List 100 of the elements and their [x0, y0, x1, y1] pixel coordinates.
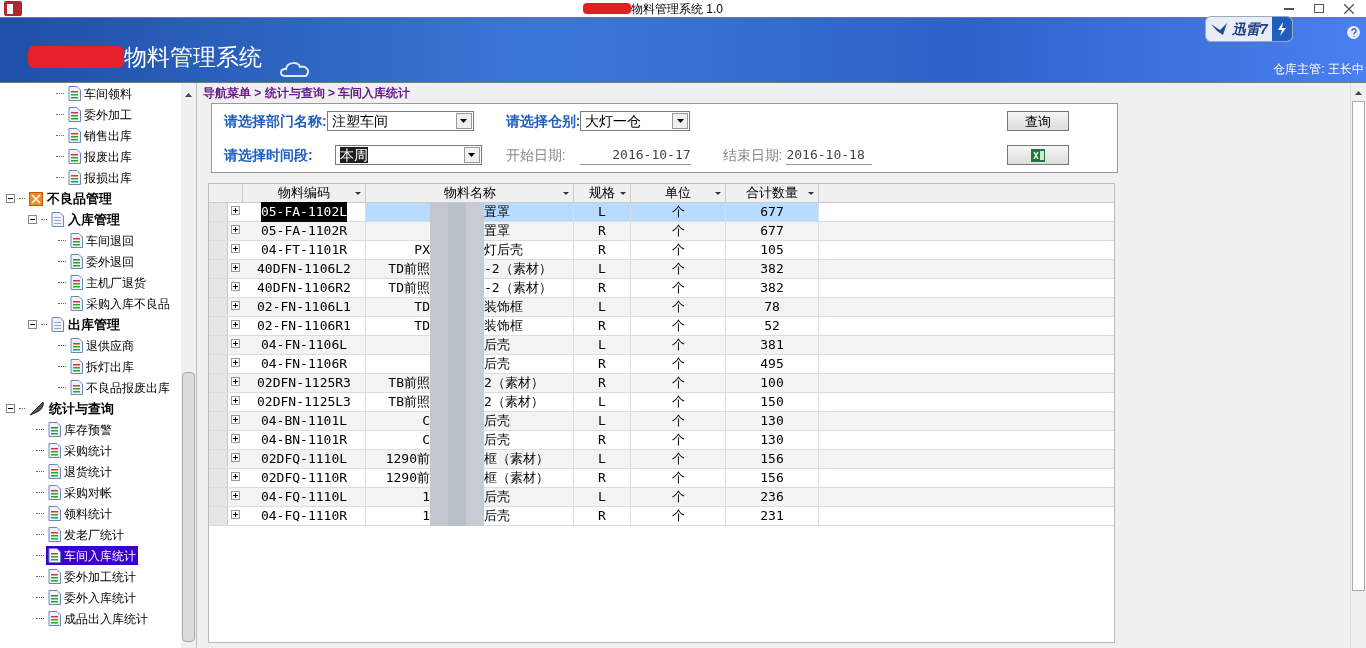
table-row[interactable]: 40DFN-1106R2 TD前照 -2（素材） R 个 382	[209, 279, 1114, 298]
tree-item[interactable]: 退供应商	[68, 336, 136, 355]
tree-group[interactable]: 不良品管理	[29, 188, 112, 209]
table-row[interactable]: 04-BN-1101L C 后壳 L 个 130	[209, 412, 1114, 431]
table-row[interactable]: 02DFN-1125R3 TB前照 2（素材） R 个 100	[209, 374, 1114, 393]
tree-item[interactable]: 报废出库	[66, 147, 134, 166]
tree-item[interactable]: 主机厂退货	[68, 273, 148, 292]
restore-icon[interactable]	[1314, 4, 1324, 13]
expand-toggle[interactable]	[231, 206, 240, 215]
table-row[interactable]: 02-FN-1106R1 TD 装饰框 R 个 52	[209, 317, 1114, 336]
table-row[interactable]: 02DFQ-1110L 1290前 框（素材） L 个 156	[209, 450, 1114, 469]
tree-group[interactable]: 入库管理	[51, 209, 120, 230]
dropdown[interactable]: 注塑车间	[326, 111, 474, 131]
excel-export-button[interactable]	[1007, 145, 1069, 165]
document-icon	[70, 296, 83, 311]
document-icon	[70, 275, 83, 290]
dropdown[interactable]: 大灯一仓	[580, 111, 691, 131]
tree-item[interactable]: 车间入库统计	[46, 546, 138, 565]
collapse-toggle[interactable]	[6, 404, 15, 413]
toolbar-badge[interactable]: 迅雷7	[1205, 16, 1293, 42]
expand-toggle[interactable]	[231, 377, 240, 386]
start-date-field[interactable]: 2016-10-17	[579, 144, 691, 166]
tree-group[interactable]: 统计与查询	[29, 398, 114, 419]
tree-item[interactable]: 库存预警	[46, 420, 114, 439]
end-date-field[interactable]: 2016-10-18	[786, 144, 873, 166]
scroll-thumb[interactable]	[182, 372, 195, 642]
expand-toggle[interactable]	[231, 472, 240, 481]
table-cell-text: 04-FQ-1110L	[260, 488, 348, 507]
expand-toggle[interactable]	[231, 510, 240, 519]
table-row[interactable]: 04-BN-1101R C 后壳 R 个 130	[209, 431, 1114, 450]
table-row[interactable]: 02DFN-1125L3 TB前照 2（素材） L 个 150	[209, 393, 1114, 412]
document-icon	[48, 527, 61, 542]
expand-toggle[interactable]	[231, 396, 240, 405]
end-date-label: 结束日期:	[722, 145, 783, 165]
table-row[interactable]: 40DFN-1106L2 TD前照 -2（素材） L 个 382	[209, 260, 1114, 279]
document-icon	[68, 86, 81, 101]
tree-group[interactable]: 出库管理	[51, 314, 120, 335]
expand-toggle[interactable]	[231, 339, 240, 348]
table-cell-text: 装饰框	[484, 317, 523, 336]
tree-item[interactable]: 报损出库	[66, 168, 134, 187]
expand-toggle[interactable]	[231, 415, 240, 424]
expand-toggle[interactable]	[231, 434, 240, 443]
column-header[interactable]: 物料名称	[366, 184, 574, 202]
close-icon[interactable]	[1344, 3, 1354, 14]
table-row[interactable]: 05-FA-1102L 置罩 L 个 677	[209, 203, 1114, 222]
tree-item[interactable]: 销售出库	[66, 126, 134, 145]
table-row[interactable]: 04-FQ-1110R 1 后壳 R 个 231	[209, 507, 1114, 526]
expand-toggle[interactable]	[231, 263, 240, 272]
table-cell-text: -2（素材）	[484, 260, 552, 279]
column-header[interactable]: 单位	[631, 184, 726, 202]
tree-item[interactable]: 发老厂统计	[46, 525, 126, 544]
query-button[interactable]: 查询	[1007, 111, 1069, 131]
scrollbar[interactable]	[1350, 83, 1366, 648]
table-row[interactable]: 04-FT-1101R PX 灯后壳 R 个 105	[209, 241, 1114, 260]
table-row[interactable]: 04-FQ-1110L 1 后壳 L 个 236	[209, 488, 1114, 507]
collapse-toggle[interactable]	[6, 194, 15, 203]
table-row[interactable]: 02-FN-1106L1 TD 装饰框 L 个 78	[209, 298, 1114, 317]
tree-item[interactable]: 委外加工	[66, 105, 134, 124]
tree-item[interactable]: 车间退回	[68, 231, 136, 250]
table-row[interactable]: 05-FA-1102R 置罩 R 个 677	[209, 222, 1114, 241]
scroll-up-icon[interactable]	[185, 93, 192, 97]
tree-item[interactable]: 领料统计	[46, 504, 114, 523]
dropdown-arrow-icon	[620, 191, 626, 195]
collapse-toggle[interactable]	[28, 320, 37, 329]
tree-item[interactable]: 委外退回	[68, 252, 136, 271]
minimize-icon[interactable]	[1284, 7, 1294, 10]
expand-toggle[interactable]	[231, 453, 240, 462]
expand-toggle[interactable]	[231, 244, 240, 253]
tree-item[interactable]: 委外入库统计	[46, 588, 138, 607]
breadcrumb: 导航菜单 > 统计与查询 > 车间入库统计	[203, 85, 411, 102]
tree-item[interactable]: 成品出入库统计	[46, 609, 150, 628]
dropdown[interactable]: 本周	[334, 145, 482, 165]
tree-item[interactable]: 采购入库不良品	[68, 294, 172, 313]
expand-toggle[interactable]	[231, 320, 240, 329]
table-row[interactable]: 04-FN-1106L 后壳 L 个 381	[209, 336, 1114, 355]
column-header[interactable]: 合计数量	[726, 184, 819, 202]
expand-toggle[interactable]	[231, 225, 240, 234]
table-row[interactable]: 02DFQ-1110R 1290前 框（素材） R 个 156	[209, 469, 1114, 488]
scroll-thumb[interactable]	[1352, 101, 1365, 591]
expand-toggle[interactable]	[231, 491, 240, 500]
table-row[interactable]: 04-FN-1106R 后壳 R 个 495	[209, 355, 1114, 374]
column-header[interactable]: 规格	[574, 184, 631, 202]
tree-item[interactable]: 采购统计	[46, 441, 114, 460]
collapse-toggle[interactable]	[28, 215, 37, 224]
expand-toggle[interactable]	[231, 358, 240, 367]
table-cell-text: 382	[760, 260, 784, 279]
tree-item[interactable]: 委外加工统计	[46, 567, 138, 586]
tree-item[interactable]: 不良品报废出库	[68, 378, 172, 397]
pixelated-redaction	[430, 355, 484, 374]
tree-item[interactable]: 采购对帐	[46, 483, 114, 502]
help-icon[interactable]	[1347, 26, 1360, 39]
expand-toggle[interactable]	[231, 282, 240, 291]
expand-toggle[interactable]	[231, 301, 240, 310]
redaction-mark	[583, 3, 631, 14]
tree-item[interactable]: 退货统计	[46, 462, 114, 481]
scrollbar[interactable]	[181, 83, 196, 648]
tree-item[interactable]: 拆灯出库	[68, 357, 136, 376]
table-cell: TB前照	[388, 394, 430, 410]
tree-item[interactable]: 车间领料	[66, 84, 134, 103]
scroll-up-icon[interactable]	[1355, 91, 1362, 95]
